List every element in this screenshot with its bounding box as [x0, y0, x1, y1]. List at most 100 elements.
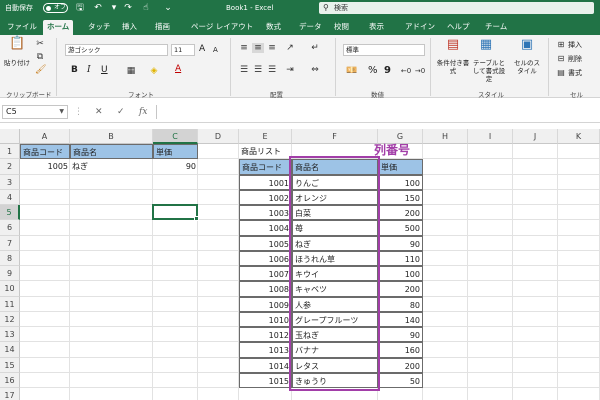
row-header-14[interactable]: 14 [0, 342, 20, 358]
tab-view[interactable]: 表示 [365, 20, 388, 35]
product-price-cell[interactable]: 100 [378, 266, 423, 282]
cell-styles-label[interactable]: セルのスタイル [511, 59, 543, 75]
product-code-cell[interactable]: 1009 [239, 296, 292, 312]
copy-icon[interactable]: ⧉ [35, 52, 45, 62]
worksheet-grid[interactable]: A B C D E F G H I J K 1 2 3 4 5 6 7 8 9 10 11 12 13 14 15 16 17 商品コー… [0, 129, 600, 400]
align-left-icon[interactable]: ☰ [238, 65, 250, 75]
column-header-b[interactable]: B [70, 129, 153, 144]
product-price-cell[interactable]: 160 [378, 342, 423, 358]
product-list-header-cell[interactable]: 商品コード [239, 159, 292, 175]
lookup-code-cell[interactable]: 1005 [20, 159, 70, 174]
row-header-4[interactable]: 4 [0, 189, 20, 205]
tab-review[interactable]: 校閲 [330, 20, 353, 35]
grow-font-button[interactable]: A [199, 44, 205, 54]
align-right-icon[interactable]: ☰ [266, 65, 278, 75]
product-price-cell[interactable]: 200 [378, 281, 423, 297]
merge-center-icon[interactable]: ⇔ [309, 65, 321, 75]
conditional-formatting-label[interactable]: 条件付き書式 [436, 59, 470, 75]
row-header-13[interactable]: 13 [0, 327, 20, 343]
lookup-header-cell[interactable]: 商品コード [20, 144, 70, 160]
column-header-c[interactable]: C [153, 129, 198, 144]
tab-help[interactable]: ヘルプ [443, 20, 474, 35]
align-bottom-icon[interactable]: ≡ [266, 43, 278, 53]
product-code-cell[interactable]: 1007 [239, 266, 292, 282]
product-code-cell[interactable]: 1008 [239, 281, 292, 297]
row-header-1[interactable]: 1 [0, 144, 20, 160]
align-top-icon[interactable]: ≡ [238, 43, 250, 53]
bold-button[interactable]: B [71, 65, 78, 75]
comma-button[interactable]: 9 [384, 65, 391, 76]
product-code-cell[interactable]: 1012 [239, 327, 292, 343]
font-color-button[interactable]: A [175, 64, 181, 74]
column-header-j[interactable]: J [513, 129, 558, 144]
italic-button[interactable]: I [87, 65, 91, 75]
row-header-7[interactable]: 7 [0, 235, 20, 251]
tab-draw[interactable]: 描画 [151, 20, 174, 35]
format-cells-button[interactable]: 書式 [568, 68, 582, 78]
undo-icon[interactable]: ↶ [92, 2, 104, 14]
select-all-corner[interactable] [0, 129, 20, 144]
tab-formulas[interactable]: 数式 [262, 20, 285, 35]
confirm-entry-icon[interactable]: ✓ [117, 105, 125, 119]
product-price-cell[interactable]: 500 [378, 220, 423, 236]
chevron-down-icon[interactable]: ▼ [59, 106, 64, 118]
align-middle-icon[interactable]: ≡ [252, 43, 264, 53]
fill-handle[interactable] [194, 216, 199, 222]
align-center-icon[interactable]: ☰ [252, 65, 264, 75]
save-icon[interactable]: 🖫 [74, 2, 86, 14]
orientation-icon[interactable]: ↗ [284, 43, 296, 53]
row-header-9[interactable]: 9 [0, 266, 20, 282]
search-box[interactable]: ⚲ 検索 [319, 2, 594, 14]
product-price-cell[interactable]: 200 [378, 205, 423, 221]
row-header-16[interactable]: 16 [0, 372, 20, 388]
number-format-select[interactable]: 標準 [343, 44, 425, 56]
row-header-12[interactable]: 12 [0, 311, 20, 327]
touch-mode-icon[interactable]: ☝ [140, 2, 152, 14]
shrink-font-button[interactable]: A [213, 46, 218, 54]
delete-cells-button[interactable]: 削除 [568, 54, 582, 64]
row-header-6[interactable]: 6 [0, 220, 20, 236]
column-header-d[interactable]: D [198, 129, 239, 144]
row-header-3[interactable]: 3 [0, 174, 20, 190]
tab-addins[interactable]: アドイン [401, 20, 439, 35]
tab-file[interactable]: ファイル [3, 20, 41, 35]
format-as-table-label[interactable]: テーブルとして書式設定 [470, 59, 508, 83]
row-header-8[interactable]: 8 [0, 250, 20, 266]
product-price-cell[interactable]: 80 [378, 296, 423, 312]
insert-cells-button[interactable]: 挿入 [568, 40, 582, 50]
font-size-select[interactable]: 11 [171, 44, 195, 56]
tab-data[interactable]: データ [295, 20, 326, 35]
delete-cells-icon[interactable]: ⊟ [556, 54, 566, 64]
column-header-e[interactable]: E [239, 129, 292, 144]
product-price-cell[interactable]: 150 [378, 189, 423, 205]
format-cells-icon[interactable]: ▤ [556, 68, 566, 78]
tab-touch[interactable]: タッチ [84, 20, 115, 35]
product-price-cell[interactable]: 90 [378, 327, 423, 343]
cancel-entry-icon[interactable]: ✕ [95, 105, 103, 119]
lookup-header-cell[interactable]: 商品名 [70, 144, 153, 160]
wrap-text-icon[interactable]: ↵ [309, 43, 321, 53]
product-code-cell[interactable]: 1002 [239, 189, 292, 205]
currency-icon[interactable]: 💴 [345, 66, 359, 76]
format-as-table-icon[interactable]: ▦ [478, 38, 494, 51]
active-cell-selection[interactable] [152, 204, 199, 222]
lookup-header-cell[interactable]: 単価 [153, 144, 198, 160]
product-price-cell[interactable]: 110 [378, 250, 423, 266]
lookup-name-cell[interactable]: ねぎ [70, 159, 153, 174]
name-box[interactable]: C5 ▼ [2, 105, 68, 119]
insert-cells-icon[interactable]: ⊞ [556, 40, 566, 50]
paste-button-label[interactable]: 貼り付け [3, 59, 31, 67]
tab-team[interactable]: チーム [481, 20, 511, 35]
column-header-a[interactable]: A [20, 129, 70, 144]
undo-dropdown-icon[interactable]: ▾ [108, 2, 120, 14]
tab-page-layout[interactable]: ページ レイアウト [187, 20, 257, 35]
product-price-cell[interactable]: 200 [378, 357, 423, 373]
customize-toolbar-icon[interactable]: ⌄ [162, 2, 174, 14]
lookup-price-cell[interactable]: 90 [153, 159, 198, 174]
percent-button[interactable]: % [368, 65, 378, 76]
product-price-cell[interactable]: 140 [378, 311, 423, 327]
tab-insert[interactable]: 挿入 [118, 20, 141, 35]
column-header-f[interactable]: F [292, 129, 378, 144]
underline-button[interactable]: U [101, 65, 108, 75]
row-header-15[interactable]: 15 [0, 357, 20, 373]
